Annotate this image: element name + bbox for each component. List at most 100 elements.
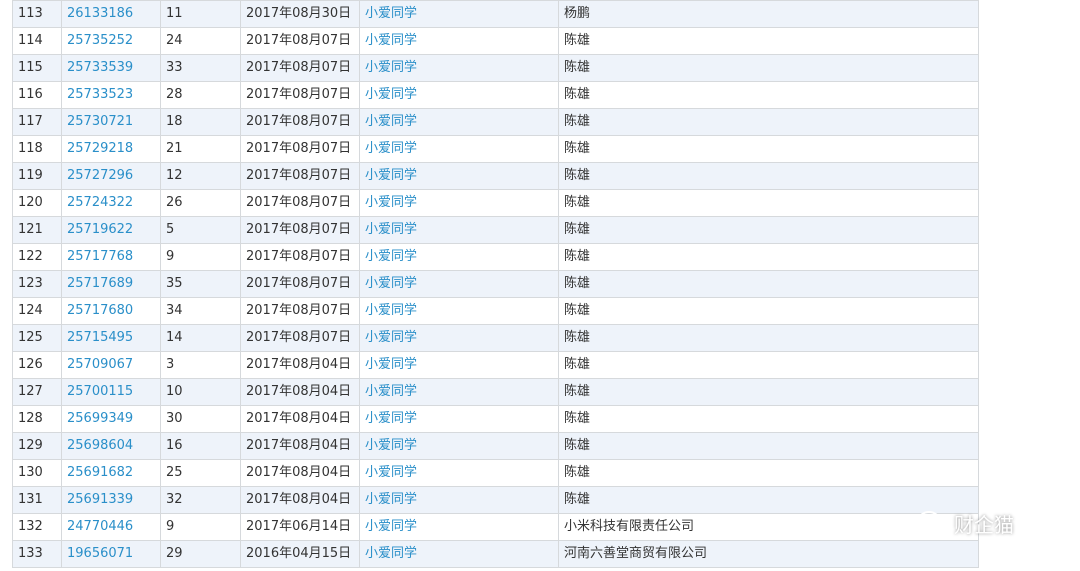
application-date: 2017年08月04日 [240, 459, 360, 487]
applicant-name: 杨鹏 [558, 0, 979, 28]
registration-id-link[interactable]: 25698604 [61, 432, 161, 460]
trademark-name-link[interactable]: 小爱同学 [359, 378, 559, 406]
row-number: 127 [12, 378, 62, 406]
applicant-name: 陈雄 [558, 297, 979, 325]
watermark: 财企猫 [918, 505, 1014, 541]
registration-id-link[interactable]: 25730721 [61, 108, 161, 136]
registration-id-link[interactable]: 25717768 [61, 243, 161, 271]
class-count: 9 [160, 243, 241, 271]
trademark-name-link[interactable]: 小爱同学 [359, 54, 559, 82]
trademark-name-link[interactable]: 小爱同学 [359, 486, 559, 514]
applicant-name: 陈雄 [558, 162, 979, 190]
trademark-name-link[interactable]: 小爱同学 [359, 108, 559, 136]
registration-id-link[interactable]: 25717680 [61, 297, 161, 325]
registration-id-link[interactable]: 25727296 [61, 162, 161, 190]
trademark-name-link[interactable]: 小爱同学 [359, 459, 559, 487]
class-count: 34 [160, 297, 241, 325]
row-number: 114 [12, 27, 62, 55]
wechat-icon [918, 511, 947, 534]
class-count: 12 [160, 162, 241, 190]
row-number: 120 [12, 189, 62, 217]
registration-id-link[interactable]: 19656071 [61, 540, 161, 568]
class-count: 18 [160, 108, 241, 136]
registration-id-link[interactable]: 25715495 [61, 324, 161, 352]
table-row: 122 25717768 9 2017年08月07日 小爱同学 陈雄 [12, 243, 979, 271]
table-row: 129 25698604 16 2017年08月04日 小爱同学 陈雄 [12, 432, 979, 460]
trademark-name-link[interactable]: 小爱同学 [359, 351, 559, 379]
row-number: 126 [12, 351, 62, 379]
trademark-name-link[interactable]: 小爱同学 [359, 216, 559, 244]
registration-id-link[interactable]: 25699349 [61, 405, 161, 433]
table-row: 128 25699349 30 2017年08月04日 小爱同学 陈雄 [12, 405, 979, 433]
trademark-name-link[interactable]: 小爱同学 [359, 162, 559, 190]
application-date: 2017年08月07日 [240, 135, 360, 163]
application-date: 2017年08月04日 [240, 486, 360, 514]
trademark-name-link[interactable]: 小爱同学 [359, 432, 559, 460]
trademark-name-link[interactable]: 小爱同学 [359, 243, 559, 271]
registration-id-link[interactable]: 24770446 [61, 513, 161, 541]
registration-id-link[interactable]: 25735252 [61, 27, 161, 55]
class-count: 16 [160, 432, 241, 460]
application-date: 2017年08月04日 [240, 405, 360, 433]
application-date: 2017年08月07日 [240, 81, 360, 109]
trademark-name-link[interactable]: 小爱同学 [359, 540, 559, 568]
trademark-name-link[interactable]: 小爱同学 [359, 81, 559, 109]
registration-id-link[interactable]: 25717689 [61, 270, 161, 298]
trademark-name-link[interactable]: 小爱同学 [359, 0, 559, 28]
applicant-name: 河南六善堂商贸有限公司 [558, 540, 979, 568]
trademark-name-link[interactable]: 小爱同学 [359, 270, 559, 298]
trademark-table: 113 26133186 11 2017年08月30日 小爱同学 杨鹏 114 … [12, 0, 979, 568]
registration-id-link[interactable]: 25719622 [61, 216, 161, 244]
trademark-name-link[interactable]: 小爱同学 [359, 324, 559, 352]
class-count: 9 [160, 513, 241, 541]
class-count: 26 [160, 189, 241, 217]
applicant-name: 陈雄 [558, 405, 979, 433]
trademark-name-link[interactable]: 小爱同学 [359, 297, 559, 325]
registration-id-link[interactable]: 25700115 [61, 378, 161, 406]
table-row: 121 25719622 5 2017年08月07日 小爱同学 陈雄 [12, 216, 979, 244]
class-count: 25 [160, 459, 241, 487]
trademark-table-grid: 113 26133186 11 2017年08月30日 小爱同学 杨鹏 114 … [12, 0, 979, 568]
row-number: 117 [12, 108, 62, 136]
registration-id-link[interactable]: 25691339 [61, 486, 161, 514]
application-date: 2017年08月07日 [240, 54, 360, 82]
registration-id-link[interactable]: 25709067 [61, 351, 161, 379]
registration-id-link[interactable]: 25729218 [61, 135, 161, 163]
applicant-name: 陈雄 [558, 54, 979, 82]
application-date: 2017年06月14日 [240, 513, 360, 541]
application-date: 2017年08月07日 [240, 243, 360, 271]
registration-id-link[interactable]: 25724322 [61, 189, 161, 217]
applicant-name: 陈雄 [558, 243, 979, 271]
row-number: 125 [12, 324, 62, 352]
trademark-name-link[interactable]: 小爱同学 [359, 189, 559, 217]
application-date: 2017年08月04日 [240, 378, 360, 406]
table-row: 124 25717680 34 2017年08月07日 小爱同学 陈雄 [12, 297, 979, 325]
class-count: 28 [160, 81, 241, 109]
row-number: 130 [12, 459, 62, 487]
row-number: 122 [12, 243, 62, 271]
class-count: 5 [160, 216, 241, 244]
applicant-name: 陈雄 [558, 351, 979, 379]
row-number: 128 [12, 405, 62, 433]
trademark-name-link[interactable]: 小爱同学 [359, 405, 559, 433]
trademark-name-link[interactable]: 小爱同学 [359, 135, 559, 163]
table-row: 133 19656071 29 2016年04月15日 小爱同学 河南六善堂商贸… [12, 540, 979, 568]
registration-id-link[interactable]: 26133186 [61, 0, 161, 28]
trademark-name-link[interactable]: 小爱同学 [359, 27, 559, 55]
registration-id-link[interactable]: 25733539 [61, 54, 161, 82]
trademark-name-link[interactable]: 小爱同学 [359, 513, 559, 541]
class-count: 3 [160, 351, 241, 379]
application-date: 2017年08月07日 [240, 216, 360, 244]
table-row: 115 25733539 33 2017年08月07日 小爱同学 陈雄 [12, 54, 979, 82]
table-row: 126 25709067 3 2017年08月04日 小爱同学 陈雄 [12, 351, 979, 379]
registration-id-link[interactable]: 25733523 [61, 81, 161, 109]
class-count: 29 [160, 540, 241, 568]
row-number: 115 [12, 54, 62, 82]
table-row: 117 25730721 18 2017年08月07日 小爱同学 陈雄 [12, 108, 979, 136]
row-number: 129 [12, 432, 62, 460]
application-date: 2017年08月07日 [240, 297, 360, 325]
application-date: 2017年08月07日 [240, 324, 360, 352]
table-row: 113 26133186 11 2017年08月30日 小爱同学 杨鹏 [12, 0, 979, 28]
applicant-name: 陈雄 [558, 81, 979, 109]
registration-id-link[interactable]: 25691682 [61, 459, 161, 487]
